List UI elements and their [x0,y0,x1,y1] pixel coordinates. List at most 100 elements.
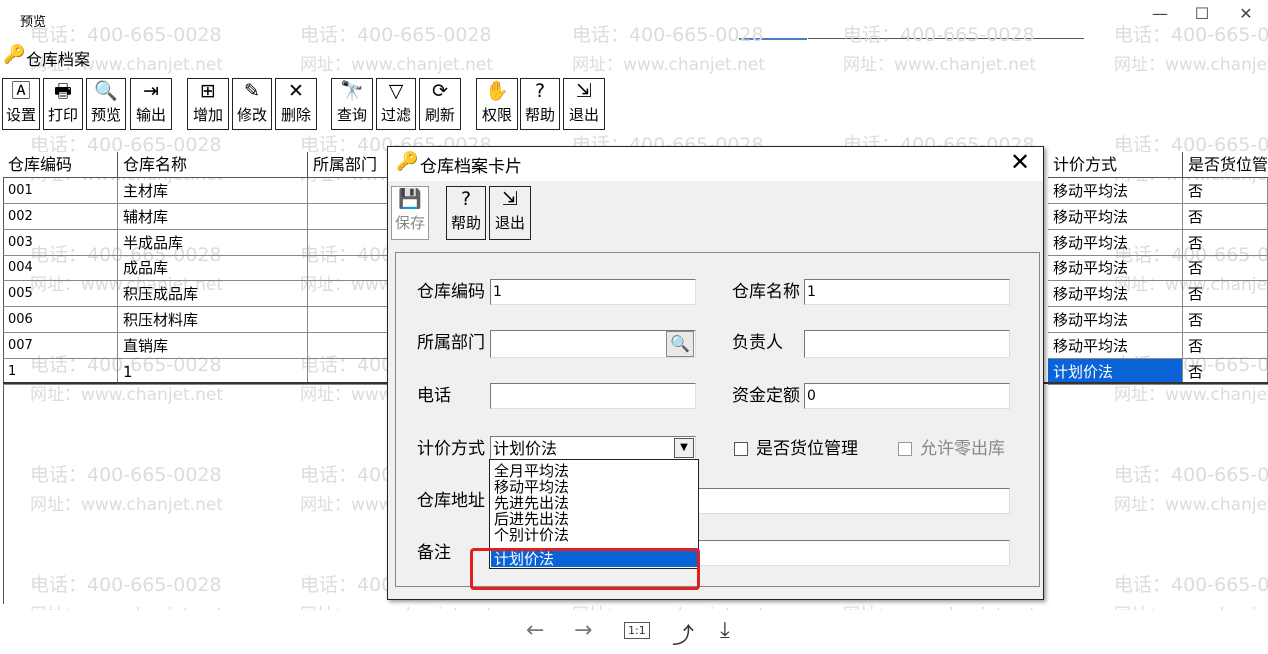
highlight-box [470,548,700,590]
actual-size-button[interactable]: 1:1 [624,622,650,639]
code-field[interactable]: 1 [490,279,696,305]
code-label: 仓库编码 [417,282,485,302]
app-title: 仓库档案 [26,50,91,69]
save-icon: 💾 [398,188,422,210]
cell-code[interactable]: 001 [3,178,118,204]
cell-location[interactable]: 否 [1183,333,1268,359]
zero-out-checkbox[interactable] [898,442,912,456]
toolbar-add-button[interactable]: ⊞ 增加 [187,78,229,130]
close-button[interactable]: ✕ [1232,4,1260,26]
method-option[interactable]: 后进先出法 [491,511,697,527]
toolbar-help-button[interactable]: ? 帮助 [520,78,560,130]
cell-name[interactable]: 直销库 [118,333,308,359]
cell-code[interactable]: 004 [3,255,118,281]
toolbar-refresh-button[interactable]: ⟳ 刷新 [419,78,461,130]
cell-method[interactable]: 移动平均法 [1048,178,1183,204]
cell-location[interactable]: 否 [1183,178,1268,204]
manager-field[interactable] [804,330,1010,358]
cell-method[interactable]: 移动平均法 [1048,255,1183,281]
dialog-exit-button[interactable]: ⇲ 退出 [489,186,531,240]
cell-code[interactable]: 006 [3,307,118,333]
chevron-down-icon[interactable]: ▼ [674,438,694,458]
column-header-code[interactable]: 仓库编码 [3,152,118,178]
location-checkbox[interactable] [734,442,748,456]
column-header-location[interactable]: 是否货位管 [1183,152,1268,178]
minimize-button[interactable]: — [1146,4,1174,26]
cell-location[interactable]: 否 [1183,204,1268,230]
toolbar-edit-button[interactable]: ✎ 修改 [232,78,272,130]
download-icon[interactable]: ⤓ [720,618,730,643]
fund-label: 资金定额 [732,386,800,406]
dept-label: 所属部门 [417,333,485,353]
toolbar-permission-button[interactable]: ✋ 权限 [476,78,518,130]
cell-method[interactable]: 移动平均法 [1048,307,1183,333]
window-titlebar [0,0,1268,34]
forward-arrow-icon[interactable]: → [574,618,592,643]
column-header-method[interactable]: 计价方式 [1048,152,1183,178]
search-icon[interactable]: 🔍 [666,331,694,357]
phone-label: 电话 [417,386,451,406]
cell-name[interactable]: 积压材料库 [118,307,308,333]
cell-name[interactable]: 积压成品库 [118,281,308,307]
toolbar-preview-button[interactable]: 🔍 预览 [86,78,126,130]
location-label: 是否货位管理 [756,439,858,459]
toolbar-print-button[interactable]: 🖶 打印 [43,78,83,130]
toolbar-export-button[interactable]: ⇥ 输出 [130,78,172,130]
manager-label: 负责人 [732,333,783,353]
cell-name[interactable]: 成品库 [118,255,308,281]
toolbar-filter-button[interactable]: ▽ 过滤 [376,78,416,130]
toolbar-settings-button[interactable]: 🄰 设置 [2,78,40,130]
rotate-icon[interactable]: ⤴ [672,618,694,650]
dialog-save-button[interactable]: 💾 保存 [391,186,429,240]
toolbar-delete-button[interactable]: ✕ 删除 [275,78,317,130]
tab-indicator [739,38,807,40]
method-option[interactable]: 先进先出法 [491,495,697,511]
printer-icon: 🖶 [54,80,72,102]
cell-location[interactable]: 否 [1183,307,1268,333]
cell-method[interactable]: 移动平均法 [1048,230,1183,256]
cell-location[interactable]: 否 [1183,281,1268,307]
method-option[interactable]: 移动平均法 [491,479,697,495]
cell-code[interactable]: 007 [3,333,118,359]
watermark-url: 网址：www.chanjet.net [1114,495,1268,515]
refresh-icon: ⟳ [432,80,448,102]
fund-field[interactable]: 0 [804,383,1010,409]
watermark-url: 网址：www.chanjet.net [1114,55,1268,75]
cell-location[interactable]: 否 [1183,230,1268,256]
name-label: 仓库名称 [732,282,800,302]
cell-method[interactable]: 移动平均法 [1048,333,1183,359]
cell-location[interactable]: 否 [1183,255,1268,281]
dialog-close-button[interactable]: ✕ [1008,148,1032,176]
remark-label: 备注 [417,543,451,563]
watermark-url: 网址：www.chanjet.net [30,495,224,515]
watermark-url: 网址：www.chanjet.net [843,55,1037,75]
dialog-help-button[interactable]: ? 帮助 [446,186,486,240]
maximize-button[interactable]: ☐ [1188,4,1216,26]
back-arrow-icon[interactable]: ← [526,618,544,643]
cell-code[interactable]: 003 [3,230,118,256]
binoculars-icon: 🔭 [340,80,364,102]
cell-name[interactable]: 辅材库 [118,204,308,230]
permission-icon: ✋ [485,80,509,102]
help-icon: ? [460,188,472,210]
export-icon: ⇥ [143,80,159,102]
cell-method[interactable]: 移动平均法 [1048,281,1183,307]
watermark-phone: 电话：400-665-0028 [1114,464,1268,486]
method-option[interactable]: 个别计价法 [491,527,697,543]
name-field[interactable]: 1 [804,279,1010,305]
method-option[interactable]: 全月平均法 [491,463,697,479]
column-header-name[interactable]: 仓库名称 [118,152,308,178]
cell-name[interactable]: 主材库 [118,178,308,204]
delete-icon: ✕ [288,80,304,102]
cell-name[interactable]: 半成品库 [118,230,308,256]
cell-code[interactable]: 002 [3,204,118,230]
phone-field[interactable] [490,383,696,409]
watermark-url: 网址：www.chanjet.net [300,55,494,75]
exit-icon: ⇲ [576,80,592,102]
cell-code[interactable]: 005 [3,281,118,307]
key-icon: 🔑 [3,44,26,65]
preview-icon: 🔍 [94,80,118,102]
toolbar-query-button[interactable]: 🔭 查询 [331,78,373,130]
cell-method[interactable]: 移动平均法 [1048,204,1183,230]
toolbar-exit-button[interactable]: ⇲ 退出 [563,78,605,130]
